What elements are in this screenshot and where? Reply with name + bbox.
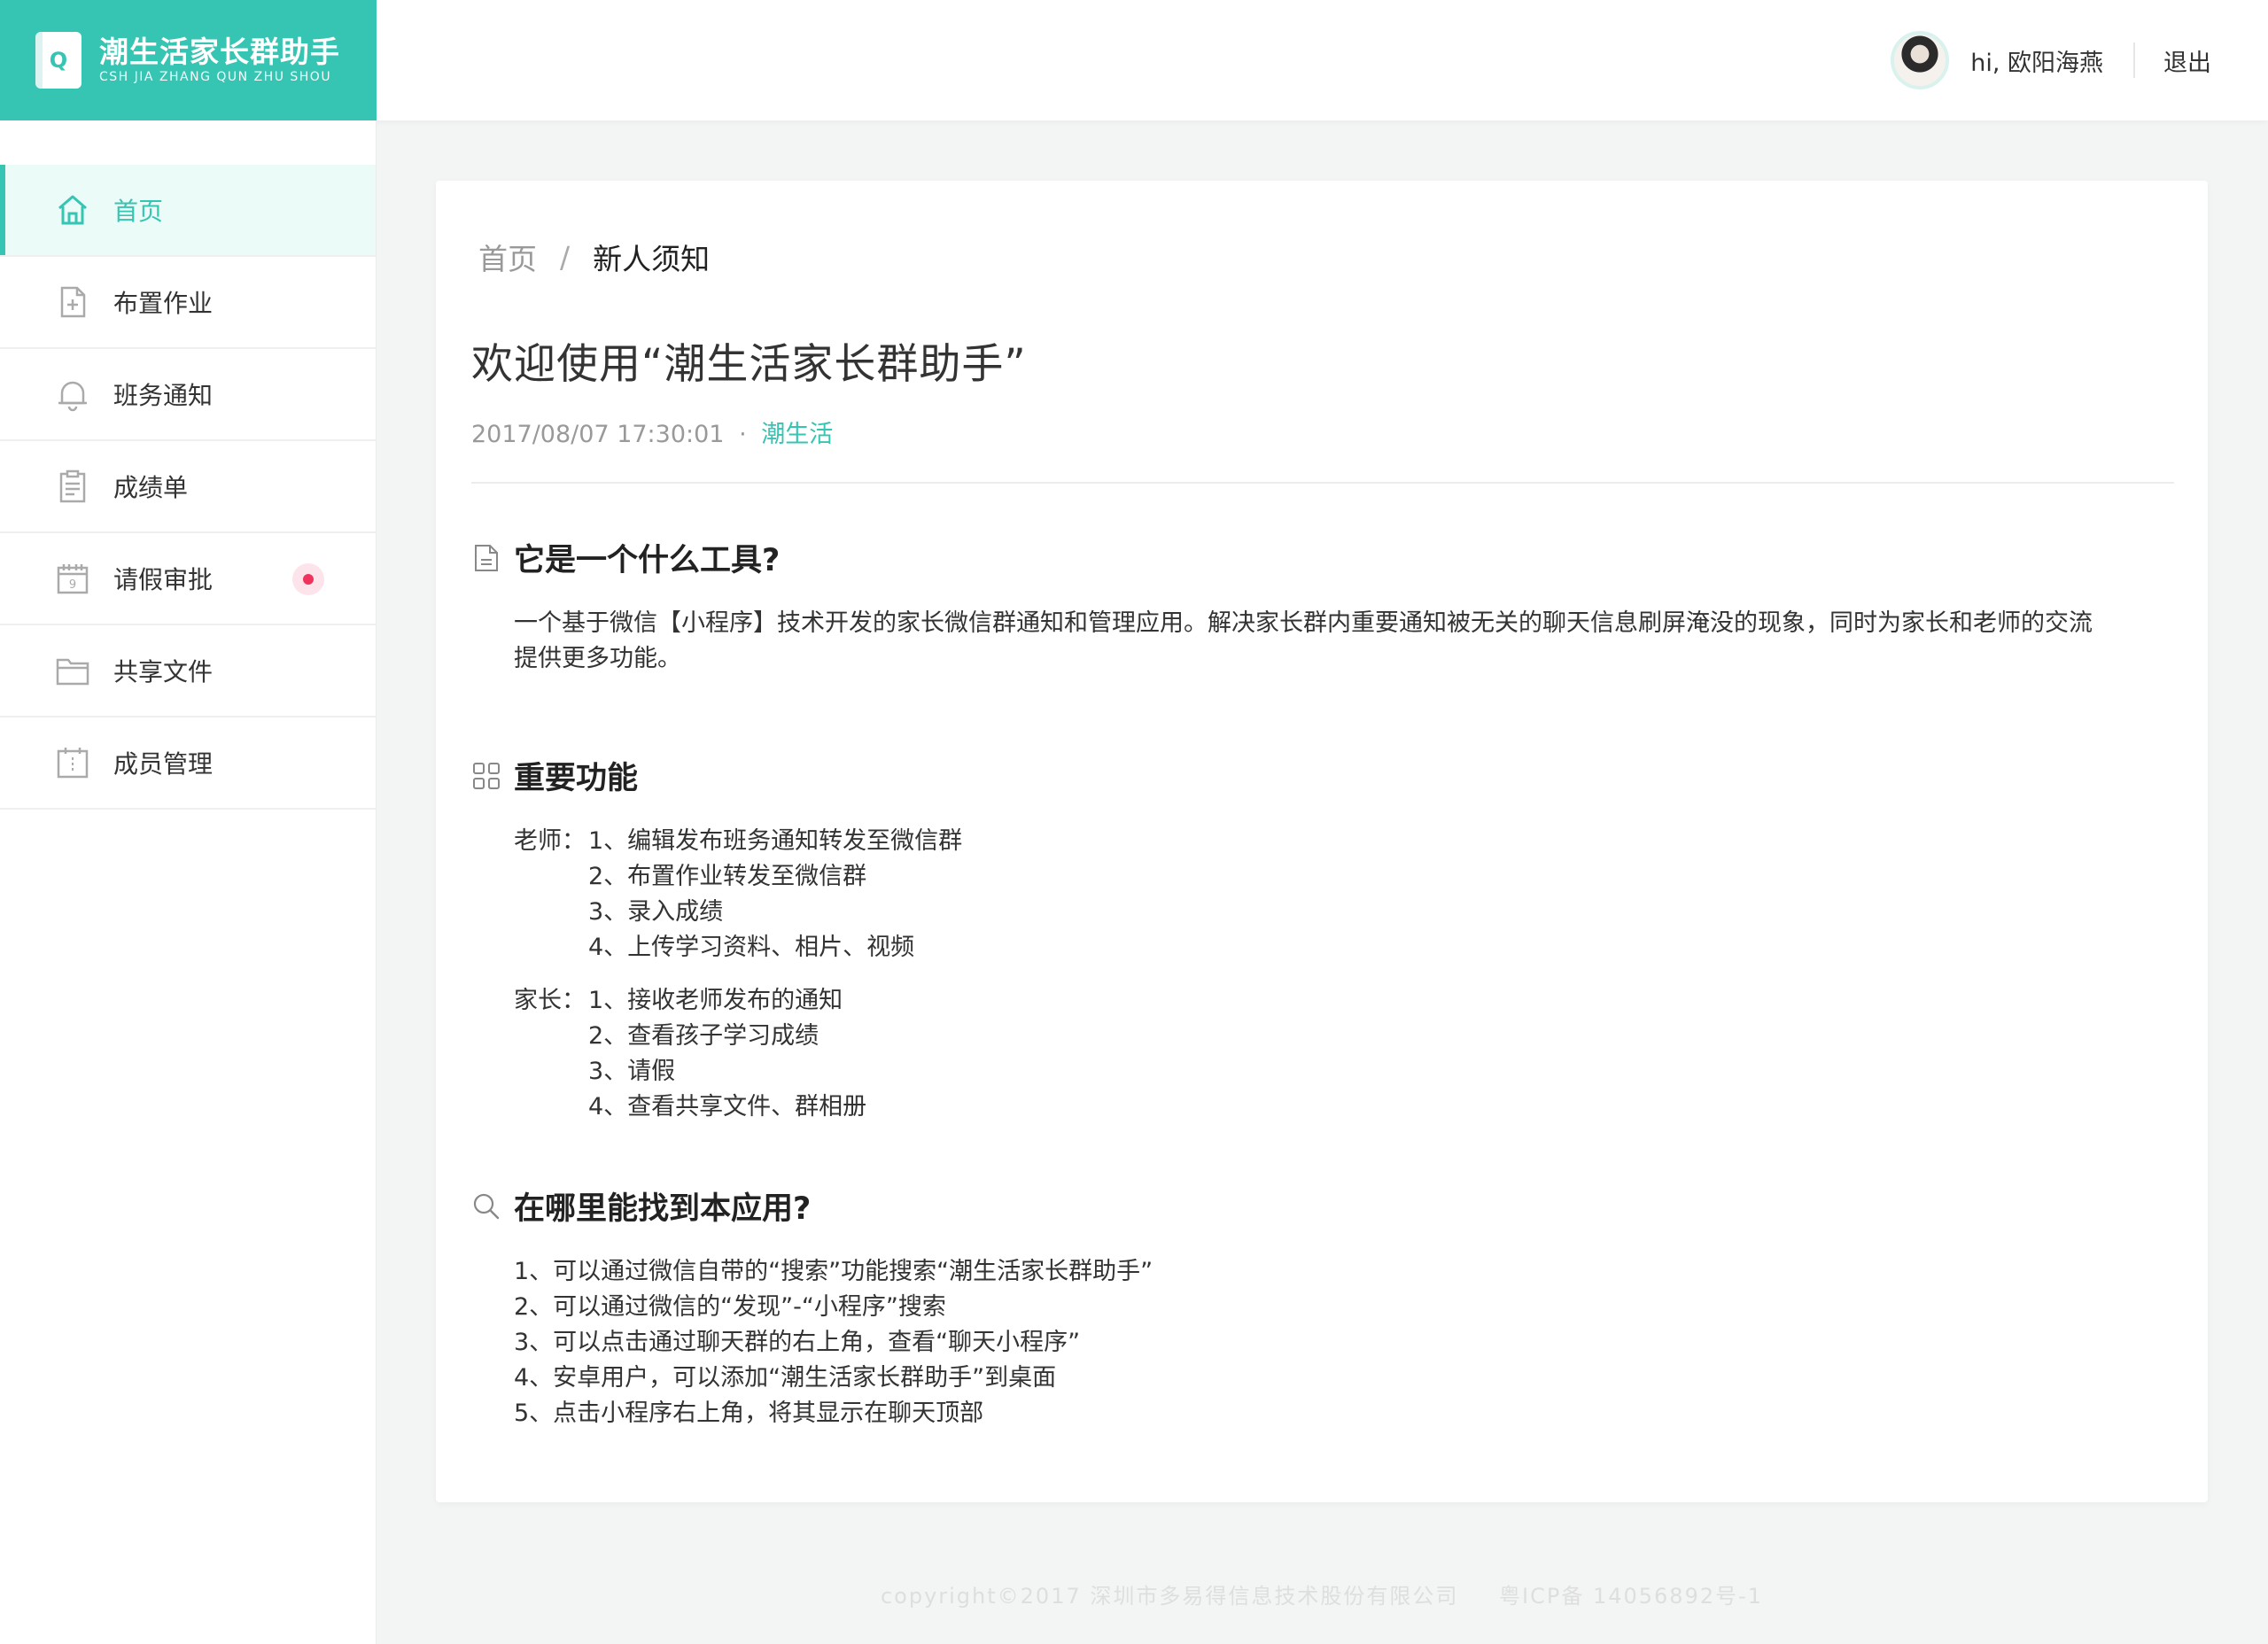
list-item: 5、点击小程序右上角，将其显示在聊天顶部	[514, 1400, 984, 1427]
section-where-heading: 在哪里能找到本应用?	[471, 1183, 811, 1229]
list-item: 2、布置作业转发至微信群	[514, 859, 962, 895]
bell-icon	[53, 375, 92, 414]
breadcrumb: 首页 / 新人须知	[478, 236, 710, 278]
sidebar-item-grades[interactable]: 成绩单	[0, 441, 376, 533]
section-features-heading: 重要功能	[471, 753, 638, 798]
clipboard-icon	[53, 467, 92, 506]
user-greeting: hi, 欧阳海燕	[1970, 49, 2103, 77]
feature-text: 3、录入成绩	[588, 898, 724, 926]
sidebar-item-class-notice[interactable]: 班务通知	[0, 349, 376, 441]
sidebar-item-label: 请假审批	[113, 565, 214, 594]
sidebar-item-shared-files[interactable]: 共享文件	[0, 625, 376, 717]
section-title: 重要功能	[514, 761, 639, 796]
icp-text: 粤ICP备 14056892号-1	[1499, 1584, 1764, 1609]
content-card: 首页 / 新人须知 欢迎使用“潮生活家长群助手” 2017/08/07 17:3…	[436, 181, 2208, 1502]
app-logo: Q	[35, 32, 82, 89]
role-label: 家长：	[514, 987, 586, 1014]
brand-text: 潮生活家长群助手 CSH JIA ZHANG QUN ZHU SHOU	[99, 35, 340, 85]
calendar-icon: 9	[53, 559, 92, 598]
logout-button[interactable]: 退出	[2163, 43, 2211, 78]
where-list: 1、可以通过微信自带的“搜索”功能搜索“潮生活家长群助手” 2、可以通过微信的“…	[514, 1254, 1153, 1431]
list-item: 4、上传学习资料、相片、视频	[514, 930, 962, 965]
breadcrumb-current: 新人须知	[593, 242, 711, 276]
document-icon	[471, 543, 501, 573]
home-icon	[53, 190, 92, 229]
article-datetime: 2017/08/07 17:30:01	[471, 421, 725, 448]
feature-text: 4、上传学习资料、相片、视频	[588, 934, 915, 961]
feature-text: 1、接收老师发布的通知	[588, 987, 843, 1014]
body-line: 提供更多功能。	[514, 645, 681, 672]
list-item: 2、可以通过微信的“发现”-“小程序”搜索	[514, 1293, 946, 1321]
article-source-link[interactable]: 潮生活	[761, 421, 833, 448]
teacher-features: 老师： 1、编辑发布班务通知转发至微信群 2、布置作业转发至微信群 3、录入成绩 …	[514, 824, 962, 965]
feature-text: 2、查看孩子学习成绩	[588, 1022, 819, 1050]
members-icon	[53, 743, 92, 782]
list-item: 2、查看孩子学习成绩	[514, 1019, 866, 1054]
list-item: 1、可以通过微信自带的“搜索”功能搜索“潮生活家长群助手”	[514, 1258, 1153, 1285]
breadcrumb-home-link[interactable]: 首页	[478, 236, 537, 278]
list-item: 家长： 1、接收老师发布的通知	[514, 983, 866, 1019]
sidebar-item-assign-homework[interactable]: 布置作业	[0, 257, 376, 349]
section-what-heading: 它是一个什么工具?	[471, 535, 780, 580]
svg-text:9: 9	[69, 578, 76, 592]
sidebar-item-label: 共享文件	[113, 657, 214, 686]
parent-features: 家长： 1、接收老师发布的通知 2、查看孩子学习成绩 3、请假 4、查看共享文件、…	[514, 983, 866, 1125]
list-item: 4、查看共享文件、群相册	[514, 1090, 866, 1125]
role-label: 老师：	[514, 827, 586, 855]
top-header: Q 潮生活家长群助手 CSH JIA ZHANG QUN ZHU SHOU hi…	[0, 0, 2268, 120]
notification-dot	[292, 563, 324, 595]
header-divider	[2133, 43, 2135, 78]
breadcrumb-separator: /	[560, 239, 571, 275]
logo-letter: Q	[49, 48, 68, 73]
title-divider	[471, 482, 2174, 484]
meta-dot: ·	[739, 421, 747, 448]
page-title: 欢迎使用“潮生活家长群助手”	[471, 340, 1027, 389]
sidebar-item-member-management[interactable]: 成员管理	[0, 717, 376, 810]
list-item: 3、可以点击通过聊天群的右上角，查看“聊天小程序”	[514, 1329, 1081, 1356]
footer: copyright©2017 深圳市多易得信息技术股份有限公司 粤ICP备 14…	[436, 1578, 2208, 1609]
article-meta: 2017/08/07 17:30:01 · 潮生活	[471, 415, 833, 449]
app-title: 潮生活家长群助手	[99, 35, 340, 69]
folder-icon	[53, 651, 92, 690]
section-title: 在哪里能找到本应用?	[514, 1191, 812, 1227]
sidebar-item-label: 首页	[113, 197, 164, 226]
sidebar-item-leave-approval[interactable]: 9 请假审批	[0, 533, 376, 625]
sidebar-item-label: 班务通知	[113, 381, 214, 410]
list-item: 3、请假	[514, 1054, 866, 1090]
list-item: 3、录入成绩	[514, 895, 962, 930]
body-line: 一个基于微信【小程序】技术开发的家长微信群通知和管理应用。解决家长群内重要通知被…	[514, 609, 2093, 637]
feature-text: 2、布置作业转发至微信群	[588, 863, 867, 890]
user-area: hi, 欧阳海燕 退出	[1891, 30, 2211, 90]
sidebar-item-label: 成绩单	[113, 473, 189, 502]
copyright-text: copyright©2017 深圳市多易得信息技术股份有限公司	[880, 1584, 1459, 1609]
sidebar: 首页 布置作业 班务通知 成绩单 9 请假审批 共享文件 成员管理	[0, 120, 377, 1644]
sidebar-item-label: 布置作业	[113, 289, 214, 318]
section-title: 它是一个什么工具?	[514, 543, 781, 578]
sidebar-item-home[interactable]: 首页	[0, 165, 376, 257]
feature-text: 3、请假	[588, 1058, 676, 1085]
file-add-icon	[53, 283, 92, 322]
brand-bar[interactable]: Q 潮生活家长群助手 CSH JIA ZHANG QUN ZHU SHOU	[0, 0, 377, 120]
app-subtitle: CSH JIA ZHANG QUN ZHU SHOU	[99, 70, 332, 84]
feature-text: 4、查看共享文件、群相册	[588, 1093, 867, 1121]
grid-icon	[471, 761, 501, 791]
feature-text: 1、编辑发布班务通知转发至微信群	[588, 827, 963, 855]
search-icon	[471, 1191, 501, 1221]
list-item: 老师： 1、编辑发布班务通知转发至微信群	[514, 824, 962, 859]
section-what-body: 一个基于微信【小程序】技术开发的家长微信群通知和管理应用。解决家长群内重要通知被…	[514, 606, 2093, 677]
sidebar-item-label: 成员管理	[113, 749, 214, 779]
avatar[interactable]	[1891, 31, 1950, 89]
list-item: 4、安卓用户，可以添加“潮生活家长群助手”到桌面	[514, 1364, 1057, 1392]
